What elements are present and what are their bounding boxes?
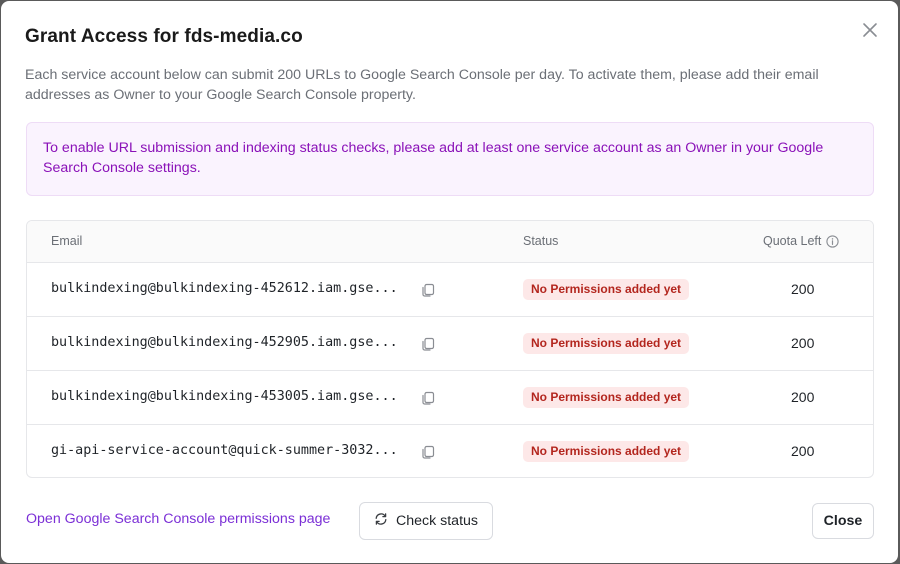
copy-icon[interactable]: [420, 336, 436, 352]
owner-alert: To enable URL submission and indexing st…: [26, 122, 874, 196]
quota-value: 200: [791, 389, 815, 405]
dialog-description: Each service account below can submit 20…: [25, 67, 819, 103]
close-icon[interactable]: [859, 19, 881, 41]
header-status: Status: [523, 234, 559, 248]
quota-value: 200: [791, 335, 815, 351]
close-button[interactable]: Close: [812, 503, 874, 539]
header-quota: Quota Left: [763, 234, 840, 248]
header-email: Email: [51, 234, 83, 248]
service-account-email: bulkindexing@bulkindexing-452905.iam.gse…: [51, 335, 398, 350]
status-badge: No Permissions added yet: [523, 333, 690, 354]
table-row: bulkindexing@bulkindexing-452612.iam.gse…: [27, 263, 873, 317]
service-account-email: bulkindexing@bulkindexing-453005.iam.gse…: [51, 389, 398, 404]
table-row: gi-api-service-account@quick-summer-3032…: [27, 425, 873, 477]
table-row: bulkindexing@bulkindexing-452905.iam.gse…: [27, 317, 873, 371]
service-account-email: gi-api-service-account@quick-summer-3032…: [51, 443, 398, 458]
copy-icon[interactable]: [420, 282, 436, 298]
service-accounts-table: Email Status Quota Left bulkindexing@bul…: [26, 220, 874, 478]
close-button-label: Close: [823, 513, 863, 529]
alert-text: To enable URL submission and indexing st…: [43, 140, 824, 176]
open-gsc-permissions-link[interactable]: Open Google Search Console permissions p…: [26, 511, 330, 527]
status-badge: No Permissions added yet: [523, 279, 690, 300]
info-icon[interactable]: [826, 234, 840, 248]
table-header: Email Status Quota Left: [27, 221, 873, 263]
quota-value: 200: [791, 281, 815, 297]
status-badge: No Permissions added yet: [523, 441, 690, 462]
table-row: bulkindexing@bulkindexing-453005.iam.gse…: [27, 371, 873, 425]
dialog-title: Grant Access for fds-media.co: [25, 26, 303, 47]
quota-value: 200: [791, 443, 815, 459]
copy-icon[interactable]: [420, 444, 436, 460]
check-status-button[interactable]: Check status: [359, 502, 493, 540]
check-status-label: Check status: [395, 513, 478, 529]
service-account-email: bulkindexing@bulkindexing-452612.iam.gse…: [51, 281, 398, 296]
copy-icon[interactable]: [420, 390, 436, 406]
refresh-icon: [374, 512, 388, 530]
header-quota-label: Quota Left: [763, 234, 822, 248]
grant-access-dialog: Grant Access for fds-media.co Each servi…: [1, 1, 898, 563]
status-badge: No Permissions added yet: [523, 387, 690, 408]
